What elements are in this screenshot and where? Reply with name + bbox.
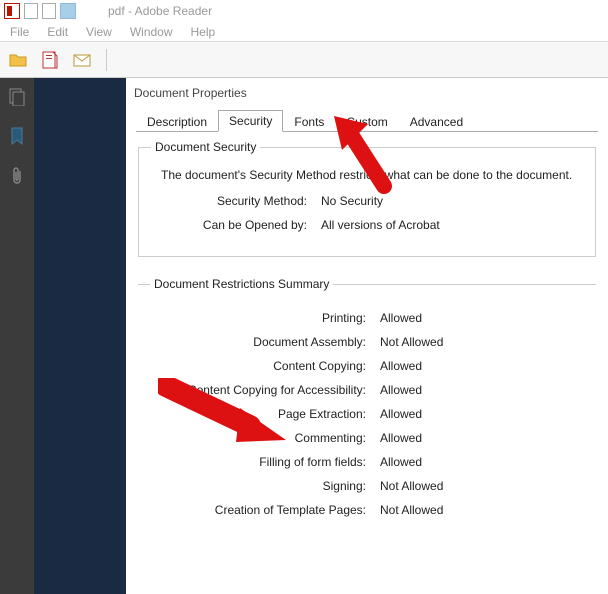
restriction-row: Document Assembly:Not Allowed — [150, 335, 584, 349]
security-method-value: No Security — [321, 194, 383, 208]
thumbnail-icon — [60, 3, 76, 19]
restriction-label: Filling of form fields: — [150, 455, 380, 469]
document-security-group: Document Security The document's Securit… — [138, 140, 596, 257]
security-method-row: Security Method: No Security — [151, 194, 583, 208]
security-method-label: Security Method: — [151, 194, 321, 208]
restriction-label: Commenting: — [150, 431, 380, 445]
tab-content-security: Document Security The document's Securit… — [126, 132, 608, 569]
side-panel — [0, 78, 34, 594]
restriction-row: Filling of form fields:Allowed — [150, 455, 584, 469]
document-icon — [24, 3, 38, 19]
pages-icon[interactable] — [9, 88, 25, 109]
menu-view[interactable]: View — [78, 23, 120, 41]
attachment-icon[interactable] — [10, 166, 24, 189]
restrictions-group: Document Restrictions Summary Printing:A… — [138, 277, 596, 541]
restriction-value: Not Allowed — [380, 503, 443, 517]
restriction-value: Not Allowed — [380, 335, 443, 349]
tab-security[interactable]: Security — [218, 110, 283, 132]
restriction-label: Signing: — [150, 479, 380, 493]
opened-by-row: Can be Opened by: All versions of Acroba… — [151, 218, 583, 232]
security-info-text: The document's Security Method restricts… — [161, 168, 583, 182]
restriction-row: Content Copying for Accessibility:Allowe… — [150, 383, 584, 397]
restriction-row: Printing:Allowed — [150, 311, 584, 325]
restriction-value: Allowed — [380, 359, 422, 373]
document-icon — [42, 3, 56, 19]
restriction-row: Commenting:Allowed — [150, 431, 584, 445]
opened-by-value: All versions of Acrobat — [321, 218, 440, 232]
tab-custom[interactable]: Custom — [335, 111, 398, 132]
bookmark-icon[interactable] — [10, 127, 24, 148]
restriction-label: Printing: — [150, 311, 380, 325]
window-title: pdf - Adobe Reader — [108, 4, 212, 18]
titlebar: pdf - Adobe Reader — [0, 0, 608, 22]
document-background — [34, 78, 126, 594]
toolbar — [0, 42, 608, 78]
restriction-value: Allowed — [380, 455, 422, 469]
menu-file[interactable]: File — [2, 23, 37, 41]
save-button[interactable] — [38, 48, 62, 72]
restrictions-legend: Document Restrictions Summary — [150, 277, 333, 291]
restriction-row: Content Copying:Allowed — [150, 359, 584, 373]
restriction-row: Creation of Template Pages:Not Allowed — [150, 503, 584, 517]
restriction-row: Signing:Not Allowed — [150, 479, 584, 493]
restriction-value: Allowed — [380, 311, 422, 325]
document-security-legend: Document Security — [151, 140, 260, 154]
document-properties-dialog: Document Properties Description Security… — [126, 78, 608, 594]
restriction-value: Allowed — [380, 407, 422, 421]
menu-edit[interactable]: Edit — [39, 23, 76, 41]
menu-window[interactable]: Window — [122, 23, 181, 41]
open-button[interactable] — [6, 48, 30, 72]
dialog-title: Document Properties — [126, 78, 608, 108]
email-button[interactable] — [70, 48, 94, 72]
menu-help[interactable]: Help — [183, 23, 224, 41]
restriction-label: Content Copying: — [150, 359, 380, 373]
tab-description[interactable]: Description — [136, 111, 218, 132]
tabs: Description Security Fonts Custom Advanc… — [136, 108, 598, 132]
adobe-reader-icon — [4, 3, 20, 19]
restriction-label: Content Copying for Accessibility: — [150, 383, 380, 397]
tab-advanced[interactable]: Advanced — [399, 111, 474, 132]
restriction-value: Allowed — [380, 431, 422, 445]
restriction-row: Page Extraction:Allowed — [150, 407, 584, 421]
restriction-label: Page Extraction: — [150, 407, 380, 421]
main-area: Document Properties Description Security… — [0, 78, 608, 594]
toolbar-separator — [106, 49, 107, 71]
tab-fonts[interactable]: Fonts — [283, 111, 335, 132]
restriction-label: Creation of Template Pages: — [150, 503, 380, 517]
restriction-label: Document Assembly: — [150, 335, 380, 349]
restriction-value: Not Allowed — [380, 479, 443, 493]
opened-by-label: Can be Opened by: — [151, 218, 321, 232]
menubar: File Edit View Window Help — [0, 22, 608, 42]
restriction-value: Allowed — [380, 383, 422, 397]
